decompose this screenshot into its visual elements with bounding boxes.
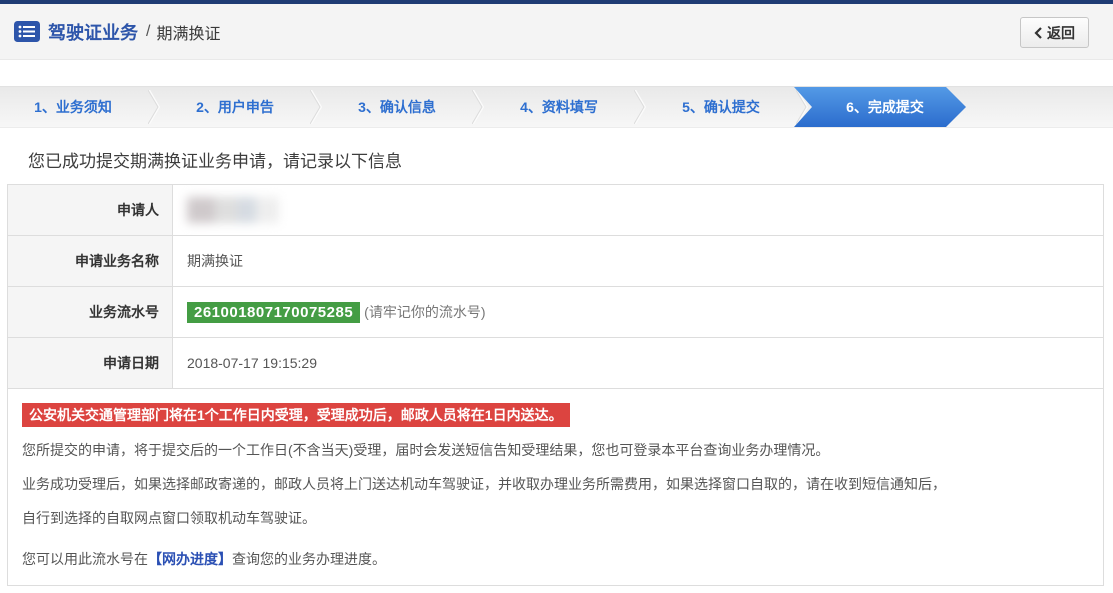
page-header: 驾驶证业务 / 期满换证 返回	[0, 4, 1113, 60]
row-value	[173, 185, 1103, 235]
success-message: 您已成功提交期满换证业务申请，请记录以下信息	[28, 147, 1113, 172]
notes-section: 公安机关交通管理部门将在1个工作日内受理，受理成功后，邮政人员将在1日内送达。 …	[8, 389, 1103, 585]
note-paragraph: 您所提交的申请，将于提交后的一个工作日(不含当天)受理，届时会发送短信告知受理结…	[22, 436, 1089, 465]
step-5-confirm-submit: 5、确认提交	[648, 87, 794, 127]
row-label: 业务流水号	[8, 287, 173, 337]
back-button[interactable]: 返回	[1020, 17, 1089, 48]
breadcrumb-current: 期满换证	[156, 20, 220, 44]
table-row-serial-number: 业务流水号 261001807170075285 (请牢记你的流水号)	[8, 287, 1103, 338]
step-3-confirm-info: 3、确认信息	[324, 87, 470, 127]
serial-number-note: (请牢记你的流水号)	[364, 302, 485, 322]
table-row-applicant: 申请人	[8, 185, 1103, 236]
row-label: 申请日期	[8, 338, 173, 388]
row-label: 申请人	[8, 185, 173, 235]
step-separator-icon	[632, 87, 648, 127]
step-4-fill-materials: 4、资料填写	[486, 87, 632, 127]
row-label: 申请业务名称	[8, 236, 173, 286]
table-row-business-name: 申请业务名称 期满换证	[8, 236, 1103, 287]
note-paragraph: 业务成功受理后，如果选择邮政寄递的，邮政人员将上门送达机动车驾驶证，并收取办理业…	[22, 470, 1089, 499]
note-paragraph: 自行到选择的自取网点窗口领取机动车驾驶证。	[22, 504, 1089, 533]
chevron-left-icon	[1034, 27, 1042, 39]
result-panel: 申请人 申请业务名称 期满换证 业务流水号 261001807170075285…	[7, 184, 1104, 586]
step-separator-icon	[308, 87, 324, 127]
step-separator-icon	[146, 87, 162, 127]
progress-query-line: 您可以用此流水号在【网办进度】查询您的业务办理进度。	[22, 549, 386, 569]
row-value: 期满换证	[173, 236, 1103, 286]
progress-query-prefix: 您可以用此流水号在	[22, 551, 148, 567]
row-value: 261001807170075285 (请牢记你的流水号)	[173, 287, 1103, 337]
acceptance-notice-banner: 公安机关交通管理部门将在1个工作日内受理，受理成功后，邮政人员将在1日内送达。	[22, 403, 570, 427]
wizard-step-bar: 1、业务须知 2、用户申告 3、确认信息 4、资料填写 5、确认提交 6、完成提…	[0, 86, 1113, 128]
online-progress-link[interactable]: 【网办进度】	[148, 551, 232, 567]
page-title: 驾驶证业务	[48, 19, 138, 45]
step-2-user-declaration: 2、用户申告	[162, 87, 308, 127]
step-1-business-notice: 1、业务须知	[0, 87, 146, 127]
back-button-label: 返回	[1047, 23, 1075, 43]
progress-query-suffix: 查询您的业务办理进度。	[232, 551, 386, 567]
row-value: 2018-07-17 19:15:29	[173, 338, 1103, 388]
applicant-redacted-blur	[187, 197, 279, 223]
breadcrumb-separator: /	[146, 23, 150, 41]
table-row-apply-date: 申请日期 2018-07-17 19:15:29	[8, 338, 1103, 389]
serial-number-badge: 261001807170075285	[187, 302, 360, 323]
step-bar-filler	[966, 87, 1113, 127]
license-business-list-icon	[14, 21, 40, 42]
step-separator-icon	[470, 87, 486, 127]
step-6-submission-complete-active: 6、完成提交	[794, 87, 966, 127]
